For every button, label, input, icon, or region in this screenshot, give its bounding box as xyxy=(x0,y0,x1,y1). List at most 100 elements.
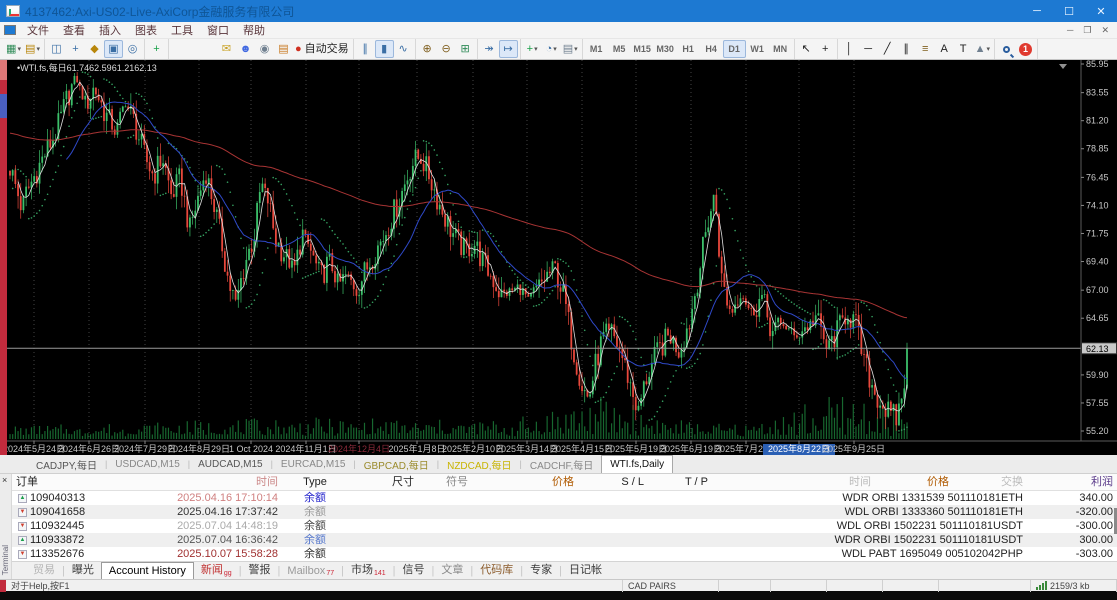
horizontal-line-button[interactable]: ─ xyxy=(859,40,878,58)
timeframe-mn-button[interactable]: MN xyxy=(769,40,792,58)
navigator-button[interactable]: ◆ xyxy=(85,40,104,58)
envelope-button[interactable]: ✉ xyxy=(217,40,236,58)
strategy-tester-button[interactable]: ◎ xyxy=(123,40,142,58)
arrows-button[interactable]: ▲ ▾ xyxy=(973,40,992,58)
terminal-tab-新闻[interactable]: 新闻 gg xyxy=(194,564,239,579)
market-button[interactable]: ▤ xyxy=(274,40,293,58)
chart-tab-gbpcad[interactable]: GBPCAD,每日 xyxy=(356,457,437,473)
chart-tab-wti.fs[interactable]: WTI.fs,Daily xyxy=(601,455,674,473)
column-header[interactable]: 订单 xyxy=(12,474,112,491)
terminal-tab-代码库[interactable]: 代码库 xyxy=(473,564,520,579)
chart-window-icon[interactable] xyxy=(4,25,16,35)
column-header[interactable]: 价格 xyxy=(496,474,578,491)
chart-tab-usdcad[interactable]: USDCAD,M15 xyxy=(107,457,187,473)
chart-tab-cadjpy[interactable]: CADJPY,每日 xyxy=(28,457,105,473)
minimize-button[interactable]: ─ xyxy=(1021,0,1053,22)
timeframe-m30-button[interactable]: M30 xyxy=(654,40,677,58)
notifications-button[interactable]: 1 xyxy=(1016,40,1035,58)
table-row[interactable]: ▼ 113352676 2025.10.07 15:58:28 余额 WDL PABT … xyxy=(12,547,1117,561)
column-header[interactable]: 交换 xyxy=(953,474,1027,491)
auto-scroll-button[interactable]: ↠ xyxy=(480,40,499,58)
column-header[interactable]: S / L xyxy=(578,474,648,491)
candlestick-chart-button[interactable]: ▮ xyxy=(374,40,394,58)
menu-插入[interactable]: 插入 xyxy=(92,24,128,38)
timeframe-m15-button[interactable]: M15 xyxy=(631,40,654,58)
terminal-tab-日记帐[interactable]: 日记帐 xyxy=(562,564,609,579)
timeframe-m1-button[interactable]: M1 xyxy=(585,40,608,58)
indicators-button[interactable]: + ▾ xyxy=(523,40,542,58)
terminal-tab-市场[interactable]: 市场 141 xyxy=(344,564,393,579)
channel-button[interactable]: ∥ xyxy=(897,40,916,58)
terminal-close-icon[interactable]: × xyxy=(2,475,7,485)
chart-tab-nzdcad[interactable]: NZDCAD,每日 xyxy=(439,457,519,473)
new-order-button[interactable]: + xyxy=(147,40,166,58)
chart-tab-eurcad[interactable]: EURCAD,M15 xyxy=(273,457,353,473)
tile-windows-button[interactable]: ⊞ xyxy=(456,40,475,58)
close-button[interactable]: ✕ xyxy=(1085,0,1117,22)
data-window-button[interactable]: + xyxy=(66,40,85,58)
menu-文件[interactable]: 文件 xyxy=(20,24,56,38)
terminal-tab-文章[interactable]: 文章 xyxy=(434,564,470,579)
price-chart[interactable]: 85.95 83.55 81.20 78.85 76.45 74.10 71.75 69.40… xyxy=(7,60,1117,455)
periods-button[interactable]: ◔ ▾ xyxy=(542,40,561,58)
timeframe-h1-button[interactable]: H1 xyxy=(677,40,700,58)
menu-帮助[interactable]: 帮助 xyxy=(236,24,272,38)
terminal-tab-贸易[interactable]: 贸易 xyxy=(26,564,62,579)
timeframe-w1-button[interactable]: W1 xyxy=(746,40,769,58)
status-profile-name[interactable]: CAD PAIRS xyxy=(623,579,719,592)
maximize-button[interactable]: ☐ xyxy=(1053,0,1085,22)
timeframe-m5-button[interactable]: M5 xyxy=(608,40,631,58)
trendline-button[interactable]: ╱ xyxy=(878,40,897,58)
column-header[interactable]: 价格 xyxy=(875,474,953,491)
cursor-button[interactable]: ↖ xyxy=(797,40,816,58)
community-button[interactable]: ☻ xyxy=(236,40,255,58)
menu-图表[interactable]: 图表 xyxy=(128,24,164,38)
chart-tab-cadchf[interactable]: CADCHF,每日 xyxy=(522,457,601,473)
menu-窗口[interactable]: 窗口 xyxy=(200,24,236,38)
terminal-panel: × Terminal 订单 时间 Type 尺寸 符号 价格 S / LT / P 时间 价格交… xyxy=(0,474,1117,579)
terminal-tab-专家[interactable]: 专家 xyxy=(523,564,559,579)
table-row[interactable]: ▲ 109040313 2025.04.16 17:10:14 余额 WDR ORBI … xyxy=(12,491,1117,505)
chart-tab-audcad[interactable]: AUDCAD,M15 xyxy=(190,457,270,473)
terminal-tab-mailbox[interactable]: Mailbox 77 xyxy=(280,564,341,579)
terminal-tab-警报[interactable]: 警报 xyxy=(242,564,278,579)
terminal-tab-曝光[interactable]: 曝光 xyxy=(65,564,101,579)
column-header[interactable]: Type xyxy=(282,474,348,491)
child-close-button[interactable]: ✕ xyxy=(1101,25,1109,36)
table-row[interactable]: ▼ 110932445 2025.07.04 14:48:19 余额 WDL ORBI … xyxy=(12,519,1117,533)
column-header[interactable]: 时间 xyxy=(112,474,282,491)
child-minimize-button[interactable]: ─ xyxy=(1067,25,1073,36)
menu-查看[interactable]: 查看 xyxy=(56,24,92,38)
terminal-tab-account-history[interactable]: Account History xyxy=(100,562,194,579)
vertical-line-button[interactable]: │ xyxy=(840,40,859,58)
profiles-button[interactable]: ▤ ▾ xyxy=(23,40,42,58)
line-chart-button[interactable]: ∿ xyxy=(394,40,413,58)
text-label-button[interactable]: T xyxy=(954,40,973,58)
terminal-button[interactable]: ▣ xyxy=(104,40,123,58)
text-button[interactable]: A xyxy=(935,40,954,58)
timeframe-h4-button[interactable]: H4 xyxy=(700,40,723,58)
broadcast-button[interactable]: ◉ xyxy=(255,40,274,58)
templates-button[interactable]: ▤ ▾ xyxy=(561,40,580,58)
column-header[interactable]: 尺寸 xyxy=(348,474,418,491)
table-row[interactable]: ▼ 109041658 2025.04.16 17:37:42 余额 WDL ORBI … xyxy=(12,505,1117,519)
column-header[interactable]: 时间 xyxy=(712,474,875,491)
column-header[interactable]: 利润 xyxy=(1027,474,1117,491)
zoom-in-button[interactable]: ⊕ xyxy=(418,40,437,58)
table-row[interactable]: ▲ 110933872 2025.07.04 16:36:42 余额 WDR ORBI … xyxy=(12,533,1117,547)
crosshair-button[interactable]: + xyxy=(816,40,835,58)
search-button[interactable] xyxy=(997,40,1016,58)
new-chart-button[interactable]: ▦ ▾ xyxy=(4,40,23,58)
chart-shift-button[interactable]: ↦ xyxy=(498,40,518,58)
fibonacci-button[interactable]: ≡ xyxy=(916,40,935,58)
terminal-tab-信号[interactable]: 信号 xyxy=(396,564,432,579)
menu-工具[interactable]: 工具 xyxy=(164,24,200,38)
zoom-out-button[interactable]: ⊖ xyxy=(437,40,456,58)
market-watch-button[interactable]: ◫ xyxy=(47,40,66,58)
child-restore-button[interactable]: ❒ xyxy=(1083,25,1091,36)
bar-chart-button[interactable]: ∥ xyxy=(356,40,375,58)
timeframe-d1-button[interactable]: D1 xyxy=(722,40,746,58)
column-header[interactable]: 符号 xyxy=(418,474,496,491)
column-header[interactable]: T / P xyxy=(648,474,712,491)
autotrading-button[interactable]: ● 自动交易 xyxy=(293,40,351,58)
